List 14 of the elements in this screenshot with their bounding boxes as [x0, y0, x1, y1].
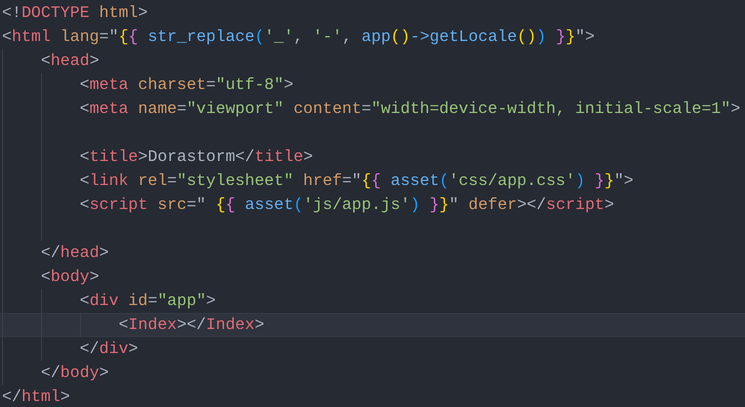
code-line: <script src=" {{ asset('js/app.js') }}" defer></script> [0, 193, 745, 217]
code-line: <html lang="{{ str_replace('_', '-', app()->getLocale()) }}"> [1, 27, 596, 48]
code-line: <!DOCTYPE html> [1, 3, 149, 24]
code-line: </html> [1, 387, 72, 407]
code-line: <div id="app"> [0, 289, 745, 313]
code-line: <body> [0, 265, 745, 289]
code-line: <link rel="stylesheet" href="{{ asset('css/app.css') }}"> [0, 169, 745, 193]
code-line: </body> [0, 361, 745, 385]
code-line: </head> [0, 241, 745, 265]
code-line: </div> [0, 337, 745, 361]
code-line: <title>Dorastorm</title> [0, 145, 745, 169]
code-line: <meta name="viewport" content="width=device-width, initial-scale=1"> [0, 97, 745, 121]
code-line: <meta charset="utf-8"> [0, 73, 745, 97]
code-line: <head> [0, 49, 745, 73]
